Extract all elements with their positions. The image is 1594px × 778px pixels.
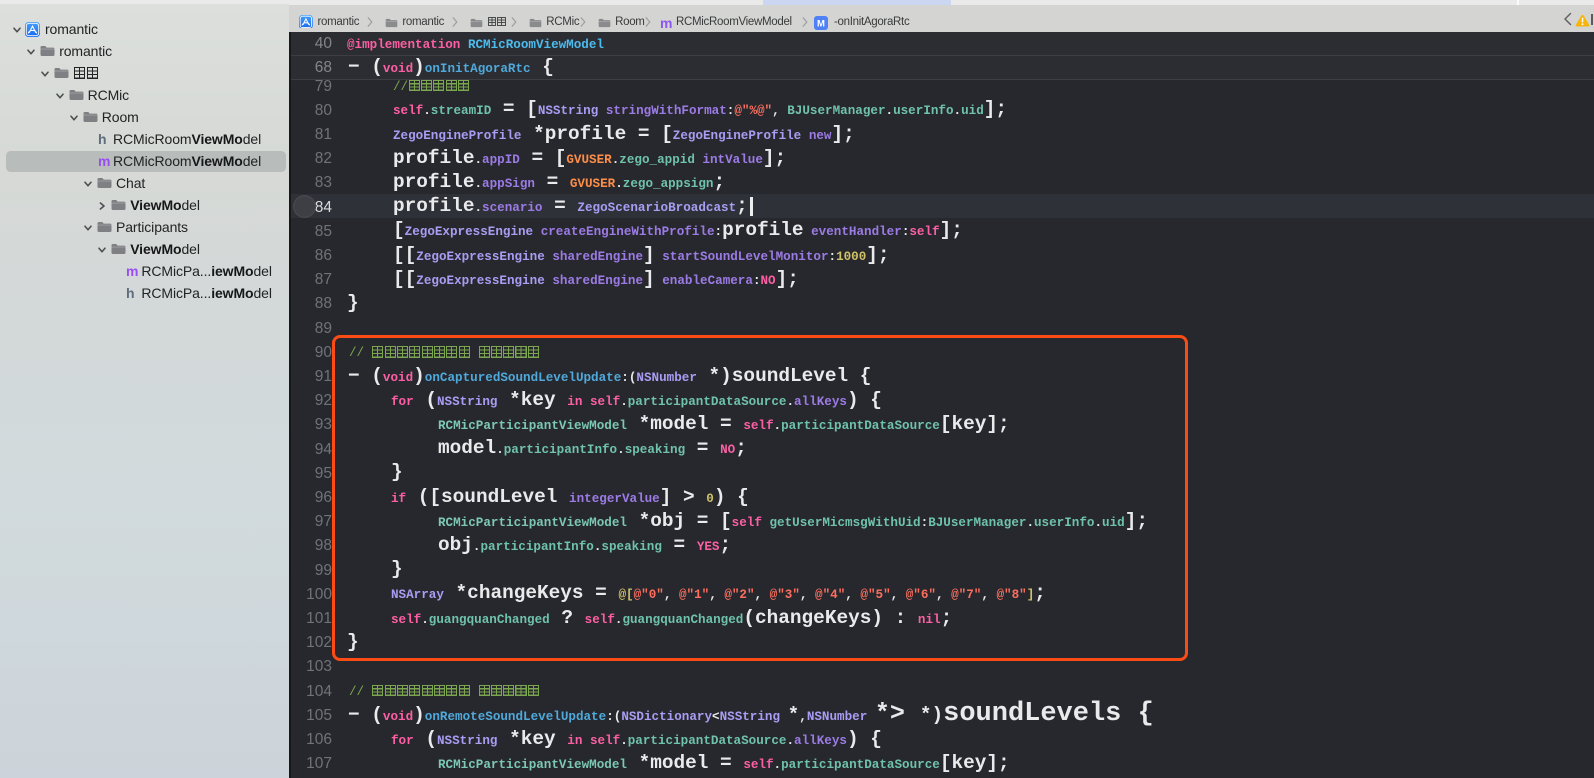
svg-text:M: M (817, 19, 825, 30)
